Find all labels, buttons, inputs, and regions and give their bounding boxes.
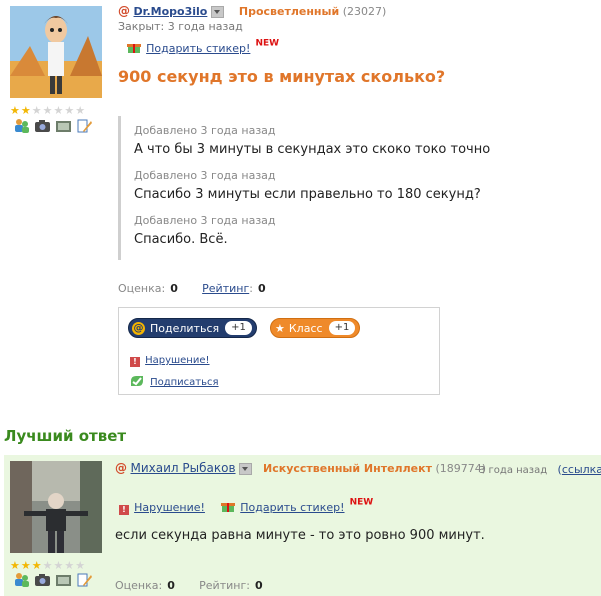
share-button[interactable]: @ Поделиться +1 — [128, 318, 257, 338]
star-icon: ★ — [20, 104, 31, 117]
addition-2-meta: Добавлено 3 года назад — [134, 169, 276, 182]
permalink[interactable]: ссылка — [562, 463, 601, 476]
share-count: +1 — [225, 321, 252, 335]
star-icon: ★ — [42, 104, 53, 117]
question-status: Закрыт: 3 года назад — [118, 20, 243, 33]
best-author-stars: ★ ★ ★ ★ ★ ★ ★ — [10, 560, 85, 571]
best-report-link[interactable]: Нарушение! — [134, 501, 205, 514]
report-row[interactable]: ! Нарушение! — [130, 348, 210, 367]
best-score-row: Оценка: 0 Рейтинг: 0 — [115, 574, 263, 593]
question-gift-sticker[interactable]: Подарить стикер! NEW — [127, 37, 279, 56]
score-label: Оценка: — [115, 579, 163, 592]
gift-sticker-link[interactable]: Подарить стикер! — [146, 42, 250, 55]
addition-1-meta: Добавлено 3 года назад — [134, 124, 276, 137]
star-icon: ★ — [53, 559, 64, 572]
best-answer-text: если секунда равна минуте - то это ровно… — [115, 528, 485, 543]
star-icon: ★ — [42, 559, 53, 572]
report-link[interactable]: Нарушение! — [145, 355, 209, 366]
video-icon[interactable] — [55, 118, 72, 133]
addition-3-text: Спасибо. Всё. — [134, 232, 228, 247]
question-additions: Добавлено 3 года назад А что бы 3 минуты… — [118, 116, 490, 260]
class-button[interactable]: ★ Класс +1 — [270, 318, 361, 338]
warning-icon: ! — [130, 357, 140, 367]
cartoon-avatar-image — [10, 6, 102, 98]
new-badge: NEW — [255, 38, 280, 49]
question-title: 900 секунд это в минутах сколько? — [118, 67, 446, 86]
rating-link[interactable]: Рейтинг — [202, 282, 249, 295]
warning-icon: ! — [119, 505, 129, 515]
best-author-line: @ Михаил Рыбаков Искусственный Интеллект… — [115, 461, 486, 475]
class-count: +1 — [328, 321, 356, 335]
author-menu-dropdown-icon[interactable] — [239, 463, 253, 475]
mail-icon[interactable]: @ — [118, 4, 130, 18]
star-icon: ★ — [31, 104, 42, 117]
addition-2-text: Спасибо 3 минуты если правельно то 180 с… — [134, 187, 481, 202]
gift-icon — [221, 496, 236, 515]
addition-1-text: А что бы 3 минуты в секундах это скоко т… — [134, 142, 491, 157]
score-value: 0 — [170, 282, 178, 295]
subscribe-row[interactable]: Подписаться — [129, 370, 219, 389]
share-label: Поделиться — [150, 321, 220, 335]
best-author-name[interactable]: Михаил Рыбаков — [131, 461, 236, 475]
star-icon: ★ — [10, 559, 20, 572]
best-author-avatar[interactable] — [10, 461, 102, 553]
friends-icon[interactable] — [13, 572, 30, 587]
question-author-points: (23027) — [342, 5, 387, 18]
best-answer-time: 3 года назад — [479, 465, 548, 476]
camera-icon[interactable] — [34, 572, 51, 587]
camera-icon[interactable] — [34, 118, 51, 133]
star-icon: ★ — [31, 559, 42, 572]
question-author-avatar[interactable] — [10, 6, 102, 98]
subscribe-icon — [129, 370, 145, 389]
best-answer-heading: Лучший ответ — [4, 427, 127, 445]
question-score-row: Оценка: 0 Рейтинг: 0 — [118, 277, 266, 296]
star-icon: ★ — [75, 559, 86, 572]
best-author-profile-icons — [13, 572, 93, 587]
best-gift-sticker-link[interactable]: Подарить стикер! — [240, 501, 344, 514]
subscribe-link[interactable]: Подписаться — [150, 377, 218, 388]
share-box: @ Поделиться +1 ★ Класс +1 ! Нарушение! … — [118, 307, 440, 395]
question-author-profile-icons — [13, 118, 93, 133]
star-icon: ★ — [75, 104, 86, 117]
star-icon: ★ — [64, 559, 75, 572]
video-icon[interactable] — [55, 572, 72, 587]
author-menu-dropdown-icon[interactable] — [210, 6, 224, 18]
best-author-rank: Искусственный Интеллект — [263, 462, 432, 475]
new-badge: NEW — [349, 497, 374, 508]
at-icon: @ — [132, 321, 145, 335]
star-icon: ★ — [53, 104, 64, 117]
star-icon: ★ — [64, 104, 75, 117]
rating-label: Рейтинг: — [199, 579, 250, 592]
gift-icon — [127, 37, 141, 56]
blog-edit-icon[interactable] — [76, 572, 93, 587]
photo-avatar-image — [10, 461, 102, 553]
mail-icon[interactable]: @ — [115, 461, 127, 475]
friends-icon[interactable] — [13, 118, 30, 133]
question-author-line: @ Dr.Моро3ilo Просветленный (23027) — [118, 4, 386, 18]
rating-value: 0 — [258, 282, 266, 295]
best-action-row: ! Нарушение! Подарить стикер! NEW — [119, 496, 373, 515]
blog-edit-icon[interactable] — [76, 118, 93, 133]
question-author-stars: ★ ★ ★ ★ ★ ★ ★ — [10, 105, 85, 116]
star-icon: ★ — [10, 104, 20, 117]
rating-colon: : — [249, 282, 253, 295]
odnoklassniki-icon: ★ — [275, 321, 285, 335]
rating-value: 0 — [255, 579, 263, 592]
score-label: Оценка: — [118, 282, 166, 295]
best-time-row: 3 года назад (ссылка) — [479, 463, 601, 476]
class-label: Класс — [288, 321, 323, 335]
score-value: 0 — [167, 579, 175, 592]
question-author-name[interactable]: Dr.Моро3ilo — [134, 5, 208, 18]
question-author-rank: Просветленный — [238, 5, 340, 18]
star-icon: ★ — [20, 559, 31, 572]
addition-3-meta: Добавлено 3 года назад — [134, 214, 276, 227]
